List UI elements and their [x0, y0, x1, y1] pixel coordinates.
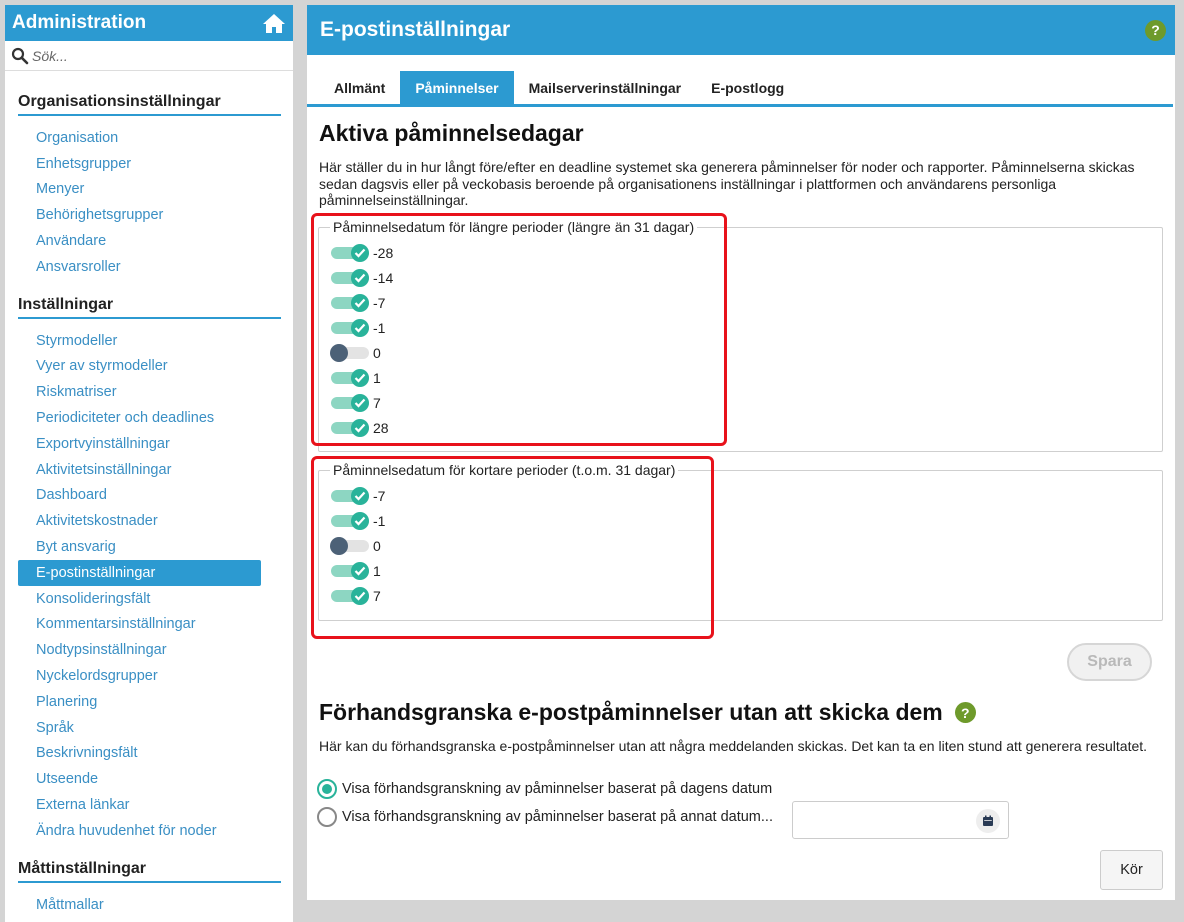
sidebar-item-e-postinstallningar[interactable]: E-postinställningar	[18, 559, 261, 586]
sidebar-item-beskrivningsfalt[interactable]: Beskrivningsfält	[18, 741, 281, 767]
sidebar-item-enhetsgrupper[interactable]: Enhetsgrupper	[18, 151, 281, 177]
section-organisation: Organisationsinställningar Organisation …	[18, 93, 281, 280]
sidebar-item-sprak[interactable]: Språk	[18, 715, 281, 741]
panel-header: E-postinställningar ?	[307, 5, 1175, 55]
sidebar-search	[5, 41, 293, 71]
section-installningar: Inställningar Styrmodeller Vyer av styrm…	[18, 296, 281, 844]
admin-sidebar: Administration Organisationsinställninga…	[5, 5, 293, 922]
sidebar-item-planering[interactable]: Planering	[18, 689, 281, 715]
radio-option-today[interactable]: Visa förhandsgranskning av påminnelser b…	[317, 779, 772, 799]
preview-heading: Förhandsgranska e-postpåminnelser utan a…	[319, 699, 943, 725]
run-button[interactable]: Kör	[1100, 850, 1163, 890]
help-icon[interactable]: ?	[954, 702, 976, 723]
save-button[interactable]: Spara	[1067, 643, 1152, 681]
calendar-icon[interactable]	[976, 809, 1000, 833]
sidebar-item-menyer[interactable]: Menyer	[18, 177, 281, 203]
tab-e-postlogg[interactable]: E-postlogg	[696, 71, 799, 104]
section-list: Organisation Enhetsgrupper Menyer Behöri…	[18, 125, 281, 280]
tab-allmant[interactable]: Allmänt	[319, 71, 400, 104]
sidebar-item-exportvyinstallningar[interactable]: Exportvyinställningar	[18, 431, 281, 457]
sidebar-item-ansvarsroller[interactable]: Ansvarsroller	[18, 254, 281, 280]
sidebar-item-riskmatriser[interactable]: Riskmatriser	[18, 379, 281, 405]
preview-heading-row: Förhandsgranska e-postpåminnelser utan a…	[319, 699, 976, 726]
sidebar-title: Administration	[12, 12, 147, 33]
radio-button[interactable]	[317, 779, 337, 799]
sidebar-item-byt-ansvarig[interactable]: Byt ansvarig	[18, 534, 281, 560]
sidebar-item-andra-huvudenhet[interactable]: Ändra huvudenhet för noder	[18, 818, 281, 844]
help-icon[interactable]: ?	[1145, 19, 1166, 41]
page-title: E-postinställningar	[320, 18, 511, 41]
sidebar-item-anvandare[interactable]: Användare	[18, 228, 281, 254]
radio-option-other-date[interactable]: Visa förhandsgranskning av påminnelser b…	[317, 807, 773, 827]
sidebar-item-styrmodeller[interactable]: Styrmodeller	[18, 328, 281, 354]
sidebar-item-konsolideringsfalt[interactable]: Konsolideringsfält	[18, 586, 281, 612]
radio-button[interactable]	[317, 807, 337, 827]
sidebar-item-utseende[interactable]: Utseende	[18, 766, 281, 792]
sidebar-item-kommentarsinstallningar[interactable]: Kommentarsinställningar	[18, 612, 281, 638]
sidebar-item-externa-lankar[interactable]: Externa länkar	[18, 792, 281, 818]
section-list: Styrmodeller Vyer av styrmodeller Riskma…	[18, 328, 281, 844]
sidebar-header: Administration	[5, 5, 293, 41]
highlight-box-short	[311, 456, 714, 639]
highlight-box-long	[311, 213, 727, 446]
tab-paminnelser[interactable]: Påminnelser	[400, 71, 514, 104]
radio-label: Visa förhandsgranskning av påminnelser b…	[342, 781, 773, 797]
section-list: Måttmallar	[18, 892, 281, 918]
sidebar-item-mattmallar[interactable]: Måttmallar	[18, 892, 281, 918]
search-icon	[11, 47, 29, 65]
tab-mailserverinstallningar[interactable]: Mailserverinställningar	[514, 71, 697, 104]
preview-description: Här kan du förhandsgranska e-postpåminne…	[319, 738, 1148, 754]
sidebar-item-vyer-av-styrmodeller[interactable]: Vyer av styrmodeller	[18, 354, 281, 380]
sidebar-item-nyckelordsgrupper[interactable]: Nyckelordsgrupper	[18, 663, 281, 689]
tab-bar: Allmänt Påminnelser Mailserverinställnin…	[307, 71, 1173, 107]
date-field[interactable]	[792, 801, 1009, 839]
sidebar-item-dashboard[interactable]: Dashboard	[18, 483, 281, 509]
section-heading: Aktiva påminnelsedagar	[319, 120, 584, 146]
search-input[interactable]	[32, 47, 272, 64]
sidebar-item-nodtypsinstallningar[interactable]: Nodtypsinställningar	[18, 637, 281, 663]
sidebar-item-aktivitetsinstallningar[interactable]: Aktivitetsinställningar	[18, 457, 281, 483]
section-title: Inställningar	[18, 296, 281, 319]
settings-panel: E-postinställningar ? Allmänt Påminnelse…	[307, 5, 1175, 900]
sidebar-item-aktivitetskostnader[interactable]: Aktivitetskostnader	[18, 508, 281, 534]
sidebar-item-periodiciteter[interactable]: Periodiciteter och deadlines	[18, 405, 281, 431]
section-description: Här ställer du in hur långt före/efter e…	[319, 159, 1135, 208]
home-icon[interactable]	[261, 12, 287, 34]
section-mattinstallningar: Måttinställningar Måttmallar	[18, 860, 281, 918]
section-title: Organisationsinställningar	[18, 93, 281, 116]
sidebar-item-behorighetsgrupper[interactable]: Behörighetsgrupper	[18, 202, 281, 228]
radio-label: Visa förhandsgranskning av påminnelser b…	[342, 809, 773, 825]
section-title: Måttinställningar	[18, 860, 281, 883]
sidebar-item-organisation[interactable]: Organisation	[18, 125, 281, 151]
